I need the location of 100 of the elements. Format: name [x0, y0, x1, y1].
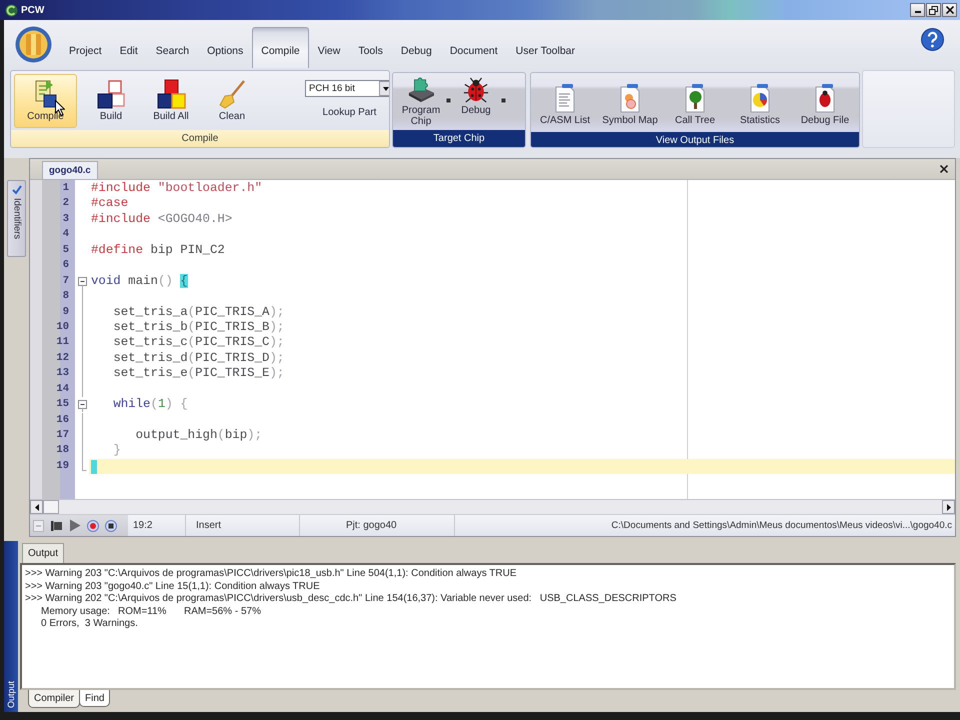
line-number: 6 — [62, 258, 70, 274]
ribbon-group-label: Compile — [11, 130, 389, 147]
menu-tab[interactable]: Project — [60, 27, 111, 68]
line-number: 1 — [62, 181, 70, 196]
file-path: C:\Documents and Settings\Admin\Meus documentos\Meus videos\vi...\gogo40.c — [610, 519, 953, 533]
app-icon — [5, 4, 18, 16]
ribbon-group-label: View Output Files — [531, 132, 859, 147]
pie-chart-document-icon — [748, 83, 772, 113]
line-number: 3 — [62, 212, 70, 227]
code-line: set_tris_d(PIC_TRIS_D); — [113, 350, 284, 366]
ladybug-icon — [462, 77, 490, 103]
output-line: 0 Errors, 3 Warnings. — [40, 618, 139, 630]
code-line: void main() { — [91, 274, 188, 290]
line-number: 8 — [62, 289, 70, 304]
line-number: 15 — [56, 397, 70, 412]
dropdown-caret-icon[interactable] — [501, 98, 506, 103]
cursor-position: 19:2 — [128, 515, 186, 536]
ribbon-button[interactable]: Statistics — [729, 78, 791, 132]
ribbon-button[interactable]: Build All — [145, 74, 197, 128]
lookup-part-button[interactable]: Lookup Part — [322, 107, 376, 118]
scroll-right-button[interactable] — [942, 500, 955, 514]
code-line: output_high(bip); — [136, 428, 262, 444]
window-title: PCW — [21, 4, 44, 16]
output-subtab[interactable]: Compiler — [28, 690, 80, 708]
text-document-icon — [553, 83, 577, 113]
line-number: 16 — [56, 412, 70, 428]
line-number: 13 — [56, 366, 70, 382]
close-icon — [946, 6, 954, 14]
ribbon-button[interactable]: Call Tree — [664, 78, 726, 132]
ribbon-button[interactable]: Build — [88, 74, 134, 128]
menu-tab[interactable]: Debug — [392, 27, 441, 68]
code-line: set_tris_c(PIC_TRIS_C); — [113, 335, 284, 351]
output-text: Memory usage: — [41, 606, 110, 618]
line-number: 5 — [62, 242, 70, 258]
output-subtab[interactable]: Find — [79, 690, 110, 707]
dropdown-caret-icon[interactable] — [446, 98, 451, 103]
ribbon-button[interactable]: Compile — [14, 74, 77, 128]
code-line: #case — [91, 196, 128, 212]
close-button[interactable] — [942, 3, 957, 17]
identifiers-side-tab[interactable]: Identifiers — [7, 180, 26, 257]
ribbon-button[interactable]: Debug — [452, 74, 500, 130]
restore-icon — [929, 6, 938, 14]
line-number: 18 — [56, 443, 70, 458]
code-line: set_tris_b(PIC_TRIS_B); — [113, 320, 284, 336]
blocks-icon — [96, 79, 126, 109]
ribbon-button[interactable]: Program Chip — [397, 74, 445, 130]
file-tab[interactable]: gogo40.c — [42, 161, 98, 179]
output-tab[interactable]: Output — [22, 543, 64, 563]
output-line: >>> Warning 203 "gogo40.c" Line 15(1,1): Condition always TRUE — [25, 580, 321, 593]
line-number: 2 — [62, 196, 70, 212]
menu-tab[interactable]: View — [308, 27, 350, 68]
application-orb-icon[interactable] — [15, 26, 52, 62]
scroll-left-icon — [34, 504, 38, 510]
ribbon-button[interactable]: Debug File — [794, 78, 856, 132]
menu-tab[interactable]: Compile — [252, 27, 309, 68]
broom-icon — [217, 79, 247, 109]
bug-document-icon — [813, 83, 837, 113]
menu-tab[interactable]: Tools — [349, 27, 392, 68]
output-side-label: Output — [6, 680, 16, 708]
scroll-left-button[interactable] — [30, 500, 43, 514]
code-line: set_tris_e(PIC_TRIS_E); — [113, 366, 284, 382]
dropdown-arrow-icon — [379, 81, 389, 96]
menu-tab[interactable]: User Toolbar — [506, 27, 584, 68]
line-number: 17 — [56, 428, 70, 443]
ribbon-group-label: Target Chip — [393, 130, 525, 147]
close-icon[interactable] — [940, 165, 948, 173]
blocks-icon — [156, 79, 186, 109]
record-icon[interactable] — [87, 520, 99, 532]
code-line: set_tris_a(PIC_TRIS_A); — [113, 304, 284, 320]
menu-tab[interactable]: Search — [146, 27, 198, 68]
line-number: 10 — [56, 320, 70, 335]
check-icon — [12, 185, 22, 195]
minimize-icon — [914, 11, 920, 13]
text-cursor-icon — [91, 460, 97, 474]
symbol-document-icon — [618, 83, 642, 113]
code-line: #define bip PIN_C2 — [91, 242, 225, 258]
chip-icon — [407, 77, 435, 103]
scrollbar-thumb[interactable] — [43, 500, 59, 514]
minimize-button[interactable] — [910, 3, 925, 17]
project-name: Pjt: gogo40 — [300, 515, 455, 536]
menu-tab[interactable]: Edit — [110, 27, 147, 68]
help-icon[interactable] — [921, 28, 944, 51]
line-number: 11 — [56, 335, 70, 350]
collapse-icon[interactable] — [78, 397, 86, 412]
output-line: >>> Warning 203 "C:\Arquivos de programas\PICC\drivers\pic18_usb.h" Line 504(1,1): Condition always TRUE — [25, 568, 518, 580]
menu-tab[interactable]: Document — [440, 27, 507, 68]
ribbon-button[interactable]: Clean — [208, 74, 256, 128]
output-line: >>> Warning 202 "C:\Arquivos de programas\PICC\drivers\usb_desc_cdc.h" Line 154(16,37): Variable never used: USB_CLASS_DESCRIPTORS — [25, 593, 678, 606]
ribbon-button[interactable]: Symbol Map — [599, 78, 661, 132]
play-icon[interactable] — [69, 519, 81, 532]
menu-tab[interactable]: Options — [198, 27, 252, 68]
restore-button[interactable] — [926, 3, 941, 17]
compiler-select[interactable]: PCH 16 bit — [305, 80, 389, 97]
skip-back-icon[interactable] — [50, 520, 63, 532]
stop-icon[interactable] — [105, 520, 117, 532]
ribbon-button[interactable]: C/ASM List — [534, 78, 596, 132]
line-number: 19 — [56, 458, 70, 474]
line-number: 14 — [56, 382, 70, 397]
tree-document-icon — [683, 83, 707, 113]
line-number: 4 — [62, 227, 70, 242]
